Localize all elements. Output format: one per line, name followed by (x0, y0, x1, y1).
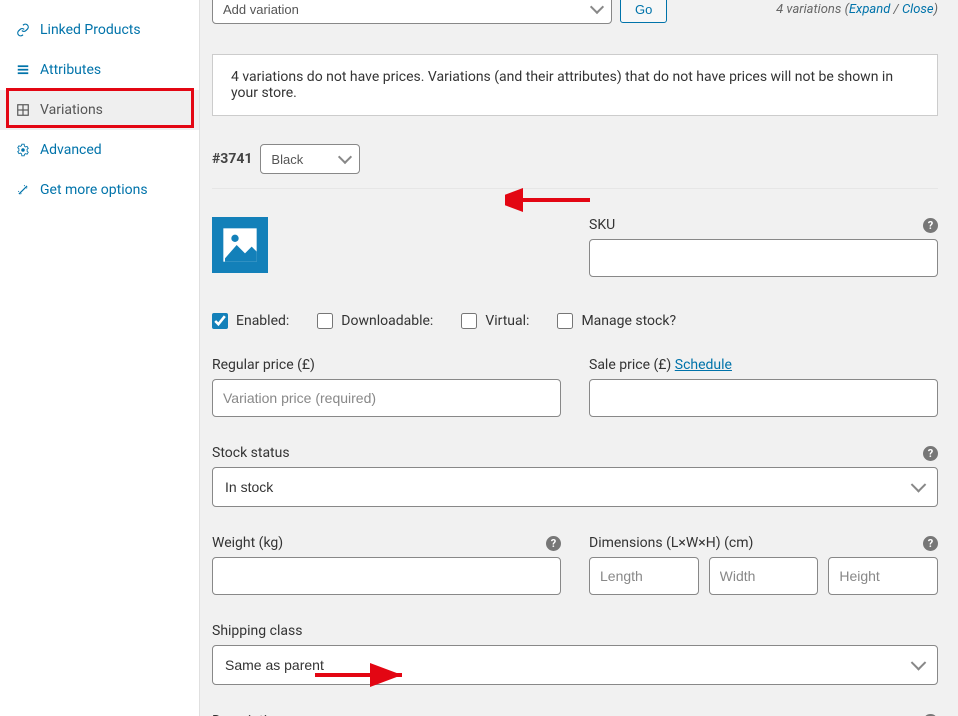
sidebar-item-advanced[interactable]: Advanced (0, 130, 199, 170)
notice-text: 4 variations do not have prices. Variati… (231, 69, 893, 101)
add-variation-select[interactable]: Add variation (212, 0, 612, 24)
weight-label: Weight (kg) (212, 535, 283, 551)
price-warning-notice: 4 variations do not have prices. Variati… (212, 54, 938, 116)
sidebar-item-linked-products[interactable]: Linked Products (0, 10, 199, 50)
height-input[interactable] (828, 557, 938, 595)
enabled-checkbox[interactable] (212, 313, 228, 329)
variations-count: 4 variations (776, 2, 841, 17)
variations-status: 4 variations (Expand / Close) (776, 2, 938, 17)
wand-icon (16, 183, 30, 197)
variation-header-row: #3741 Black (212, 144, 938, 174)
stock-status-select[interactable]: In stock (212, 467, 938, 507)
sku-input[interactable] (589, 239, 938, 277)
sidebar-item-label: Get more options (40, 182, 148, 198)
sidebar-item-label: Advanced (40, 142, 102, 158)
downloadable-checkbox[interactable] (317, 313, 333, 329)
help-icon[interactable]: ? (923, 536, 938, 551)
variation-flags: Enabled: Downloadable: Virtual: Manage s… (212, 313, 938, 329)
variation-form: SKU ? Enabled: Downloadable: Virtu (212, 188, 938, 716)
help-icon[interactable]: ? (923, 446, 938, 461)
sidebar-item-attributes[interactable]: Attributes (0, 50, 199, 90)
schedule-link[interactable]: Schedule (675, 357, 732, 373)
product-data-tabs: Linked Products Attributes Variations Ad… (0, 0, 200, 716)
variations-toolbar: Add variation Go 4 variations (Expand / … (212, 0, 938, 24)
manage-stock-label: Manage stock? (581, 313, 676, 329)
grid-icon (16, 103, 30, 117)
link-icon (16, 23, 30, 37)
sidebar-item-variations[interactable]: Variations (0, 90, 199, 130)
dimensions-label: Dimensions (L×W×H) (cm) (589, 535, 753, 551)
sku-label: SKU (589, 217, 615, 233)
expand-link[interactable]: Expand (849, 2, 890, 17)
go-button[interactable]: Go (620, 0, 667, 23)
variation-id: #3741 (212, 151, 252, 167)
weight-input[interactable] (212, 557, 561, 595)
virtual-label: Virtual: (485, 313, 529, 329)
help-icon[interactable]: ? (546, 536, 561, 551)
regular-price-label: Regular price (£) (212, 357, 315, 373)
image-placeholder-icon (220, 225, 260, 265)
sidebar-item-get-more[interactable]: Get more options (0, 170, 199, 210)
virtual-checkbox[interactable] (461, 313, 477, 329)
gear-icon (16, 143, 30, 157)
variation-image-upload[interactable] (212, 217, 268, 273)
shipping-class-label: Shipping class (212, 623, 302, 639)
shipping-class-select[interactable]: Same as parent (212, 645, 938, 685)
regular-price-input[interactable] (212, 379, 561, 417)
sidebar-item-label: Linked Products (40, 22, 141, 38)
enabled-label: Enabled: (236, 313, 289, 329)
sidebar-item-label: Attributes (40, 62, 101, 78)
close-link[interactable]: Close (902, 2, 934, 17)
sale-price-input[interactable] (589, 379, 938, 417)
length-input[interactable] (589, 557, 699, 595)
variations-panel: Add variation Go 4 variations (Expand / … (200, 0, 958, 716)
stock-status-label: Stock status (212, 445, 290, 461)
downloadable-checkbox-wrap[interactable]: Downloadable: (317, 313, 433, 329)
help-icon[interactable]: ? (923, 218, 938, 233)
virtual-checkbox-wrap[interactable]: Virtual: (461, 313, 529, 329)
manage-stock-checkbox[interactable] (557, 313, 573, 329)
width-input[interactable] (709, 557, 819, 595)
variation-attribute-select[interactable]: Black (260, 144, 360, 174)
enabled-checkbox-wrap[interactable]: Enabled: (212, 313, 289, 329)
sidebar-item-label: Variations (40, 102, 103, 118)
manage-stock-checkbox-wrap[interactable]: Manage stock? (557, 313, 676, 329)
sale-price-label: Sale price (£) Schedule (589, 357, 732, 373)
list-icon (16, 63, 30, 77)
downloadable-label: Downloadable: (341, 313, 433, 329)
